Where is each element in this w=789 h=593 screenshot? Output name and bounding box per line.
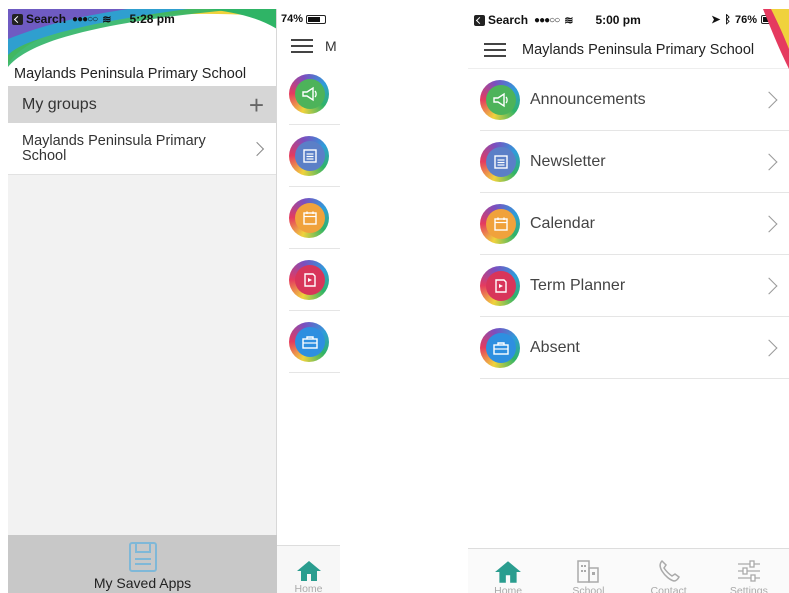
right-phone-screen: Search ●●●○○ ≋ 5:00 pm ➤ ᛒ 76% Maylands …: [468, 9, 789, 593]
tab-school-label: School: [572, 585, 605, 593]
screenshot-stage: Search ●●●○○ ≋ 5:28 pm Maylands Peninsul…: [0, 0, 789, 593]
list-item-label: Calendar: [530, 214, 595, 232]
tab-home-label: Home: [294, 583, 323, 592]
back-app-label[interactable]: Search: [488, 13, 528, 27]
group-label: Maylands Peninsula Primary School: [22, 132, 206, 164]
wifi-icon: ≋: [102, 13, 112, 26]
background-list: [277, 63, 340, 373]
saved-apps-label: My Saved Apps: [93, 575, 192, 591]
drawer-header: Search ●●●○○ ≋ 5:28 pm Maylands Peninsul…: [8, 9, 276, 86]
side-drawer: Search ●●●○○ ≋ 5:28 pm Maylands Peninsul…: [8, 9, 277, 593]
home-icon: [296, 561, 321, 581]
bluetooth-icon: ᛒ: [724, 13, 731, 26]
chevron-right-icon: [760, 153, 778, 170]
background-nav: M: [277, 29, 340, 63]
newsletter-icon: [480, 141, 520, 182]
settings-icon: [737, 560, 760, 582]
tab-settings[interactable]: Settings: [709, 558, 789, 593]
briefcase-icon: [480, 327, 520, 368]
list-item-label: Absent: [530, 338, 580, 356]
my-groups-label: My groups: [22, 95, 97, 113]
hamburger-menu-icon[interactable]: [484, 42, 506, 57]
left-phone-screen: Search ●●●○○ ≋ 5:28 pm Maylands Peninsul…: [8, 9, 340, 593]
background-list-item: [289, 187, 340, 249]
location-icon: ➤: [711, 14, 721, 26]
status-bar-right: 74%: [277, 9, 340, 29]
tab-settings-label: Settings: [729, 585, 768, 593]
tab-contact[interactable]: Contact: [629, 558, 709, 593]
signal-dots: ●●●○○: [534, 14, 560, 26]
back-arrow-icon: [12, 13, 23, 25]
hamburger-menu-icon[interactable]: [291, 39, 313, 53]
saved-apps-button[interactable]: My Saved Apps: [8, 535, 277, 593]
tab-home-label: Home: [494, 585, 523, 593]
chevron-right-icon: [760, 277, 778, 294]
my-groups-header: My groups +: [8, 86, 276, 123]
list-item-label: Newsletter: [530, 152, 606, 170]
chevron-right-icon: [760, 91, 778, 108]
drawer-title: Maylands Peninsula Primary School: [14, 66, 247, 82]
school-icon: [577, 560, 600, 583]
group-row[interactable]: Maylands Peninsula Primary School: [8, 123, 276, 175]
background-screen[interactable]: 74% M Home: [277, 9, 340, 593]
list-item-label: Term Planner: [530, 276, 626, 294]
status-time: 5:00 pm: [595, 13, 641, 27]
list-item-absent[interactable]: Absent: [480, 317, 789, 379]
signal-dots: ●●●○○: [72, 13, 98, 25]
wifi-icon: ≋: [564, 14, 574, 27]
tab-home[interactable]: Home: [468, 560, 548, 593]
list-item-content: Calendar: [480, 203, 595, 244]
newsletter-icon: [289, 135, 329, 176]
tab-home[interactable]: Home: [277, 545, 340, 593]
background-title: M: [325, 38, 337, 54]
list-item-calendar[interactable]: Calendar: [480, 193, 789, 255]
tab-school[interactable]: School: [548, 558, 628, 593]
plus-icon[interactable]: +: [249, 92, 264, 118]
chevron-right-icon: [760, 339, 778, 356]
chevron-right-icon: [249, 141, 265, 156]
back-app-label: Search: [26, 12, 67, 26]
list-item-label: Announcements: [530, 90, 646, 108]
phone-icon: [659, 559, 680, 582]
corner-decoration: [763, 9, 789, 69]
page-title: Maylands Peninsula Primary School: [522, 41, 755, 58]
list-item-content: Newsletter: [480, 141, 606, 182]
list-item-content: Announcements: [480, 79, 646, 120]
floppy-disk-icon: [128, 542, 157, 572]
megaphone-icon: [480, 79, 520, 120]
megaphone-icon: [289, 73, 329, 114]
background-list-item: [289, 125, 340, 187]
background-list-item: [289, 63, 340, 125]
back-to-app[interactable]: Search: [12, 12, 66, 26]
battery-percent: 74%: [281, 13, 304, 25]
briefcase-icon: [289, 321, 329, 362]
planner-icon: [289, 259, 329, 300]
list-item-content: Absent: [480, 327, 580, 368]
battery-percent: 76%: [734, 13, 757, 26]
planner-icon: [480, 265, 520, 306]
background-list-item: [289, 249, 340, 311]
nav-bar: Maylands Peninsula Primary School: [468, 9, 789, 69]
background-list-item: [289, 311, 340, 373]
app-list: Announcements Newsletter Calendar Term Plan…: [480, 69, 789, 379]
status-bar: Search ●●●○○ ≋ 5:28 pm: [8, 9, 276, 29]
home-icon: [495, 561, 522, 583]
calendar-icon: [480, 203, 520, 244]
back-arrow-icon[interactable]: [474, 14, 485, 26]
battery-icon: [306, 14, 327, 24]
chevron-right-icon: [760, 215, 778, 232]
status-bar: Search ●●●○○ ≋ 5:00 pm ➤ ᛒ 76%: [468, 9, 789, 31]
tab-bar: Home School Contact Settings: [468, 548, 789, 593]
list-item-content: Term Planner: [480, 265, 626, 306]
calendar-icon: [289, 197, 329, 238]
list-item-announcements[interactable]: Announcements: [480, 69, 789, 131]
tab-contact-label: Contact: [650, 585, 687, 593]
list-item-newsletter[interactable]: Newsletter: [480, 131, 789, 193]
list-item-term-planner[interactable]: Term Planner: [480, 255, 789, 317]
status-time: 5:28 pm: [129, 12, 175, 26]
